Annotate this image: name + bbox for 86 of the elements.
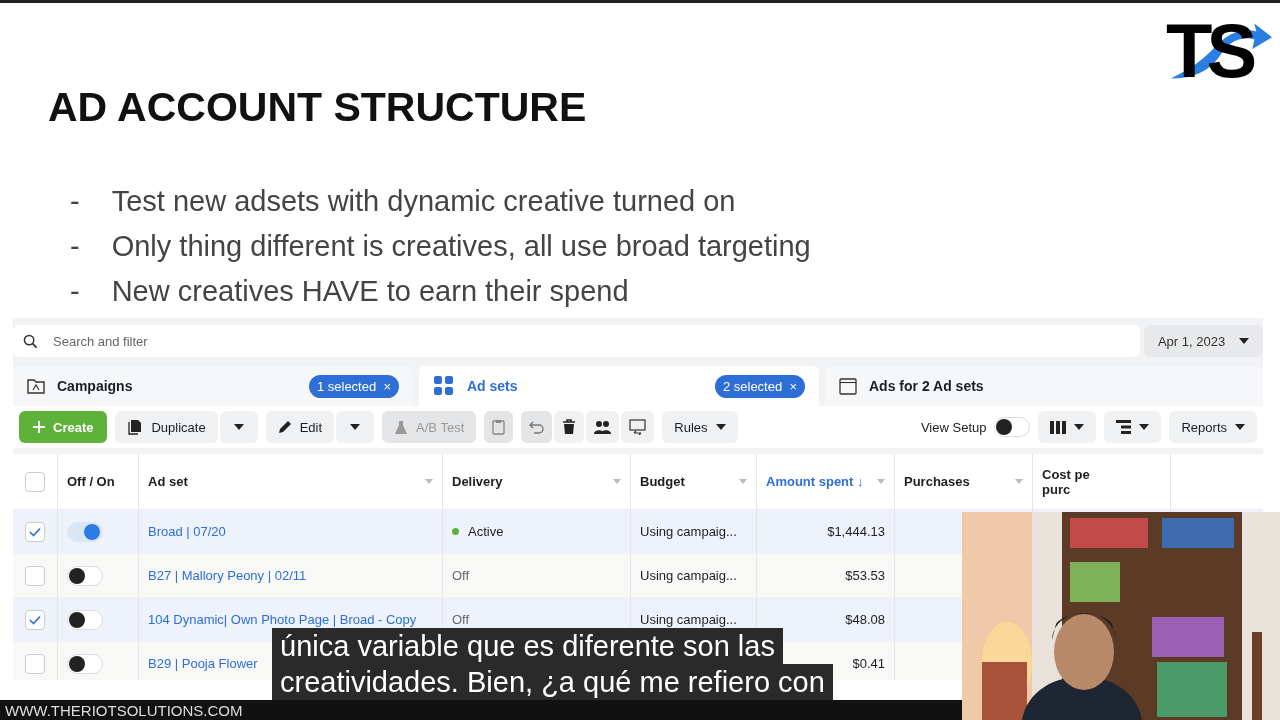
table-cell: $1,444.13 [827,524,885,539]
pencil-icon [277,420,292,434]
row-checkbox[interactable] [25,521,45,542]
swap-icon [629,419,647,435]
tab-label: Campaigns [57,378,133,394]
plus-icon [33,421,45,433]
bullet-marker: - [70,184,80,219]
column-header[interactable]: Purchases [904,474,970,489]
on-off-toggle[interactable] [67,653,103,674]
rules-button[interactable]: Rules [662,411,738,443]
tab-label: Ads for 2 Ad sets [869,378,984,394]
trash-icon [562,419,577,435]
ad-set-link[interactable]: Broad | 07/20 [148,524,226,539]
caret-icon [1235,424,1245,430]
ad-set-link[interactable]: 104 Dynamic| Own Photo Page | Broad - Copy [148,612,417,627]
breakdown-button[interactable] [1104,411,1162,443]
table-cell: Using campaig... [640,612,737,627]
selection-chip[interactable]: 1 selected × [308,374,399,398]
flask-icon [394,419,409,435]
delivery-status: Off [452,568,470,583]
bullet-marker: - [70,229,80,264]
selection-chip[interactable]: 2 selected × [714,374,805,398]
dropdown-button[interactable] [219,411,258,443]
delivery-status: Off [452,612,470,627]
column-header[interactable]: Off / On [67,474,115,489]
on-off-toggle[interactable] [67,565,103,586]
columns-icon [1050,420,1067,434]
row-checkbox[interactable] [25,653,45,674]
tab[interactable]: Ad sets 2 selected × [419,366,819,406]
on-off-toggle[interactable] [67,609,103,630]
column-header[interactable]: Ad set [148,474,188,489]
grid-icon [433,375,455,397]
copy-icon [127,419,144,435]
row-checkbox[interactable] [25,609,45,630]
delivery-status: Active [468,524,504,539]
ad-set-link[interactable]: B29 | Pooja Flower [148,656,258,671]
bullet-marker: - [70,274,80,309]
tab[interactable]: Ads for 2 Ad sets [825,366,1263,406]
tab[interactable]: Campaigns 1 selected × [13,366,413,406]
window-icon [839,377,857,395]
column-header[interactable]: Budget [640,474,685,489]
column-header[interactable]: Delivery [452,474,503,489]
bullet-text: Test new adsets with dynamic creative turned on [111,184,736,219]
undo-icon [529,420,545,434]
folder-icon [27,378,45,394]
caret-icon [233,424,244,430]
caret-icon [715,424,726,430]
caret-icon [1074,424,1085,430]
breakdown-icon [1116,420,1132,434]
table-cell: Using campaig... [640,568,737,583]
column-header[interactable]: Amount spent ↓ [766,474,864,489]
duplicate-button[interactable]: Duplicate [115,411,218,443]
dropdown-button[interactable] [336,411,375,443]
row-checkbox[interactable] [25,565,45,586]
reports-button[interactable]: Reports [1169,411,1257,443]
clipboard-icon [492,419,506,435]
bullet-text: Only thing different is creatives, all use broad targeting [111,229,811,264]
people-button[interactable] [586,411,620,443]
ad-set-link[interactable]: B27 | Mallory Peony | 02/11 [148,568,307,583]
edit-button[interactable]: Edit [265,411,335,443]
people-icon [594,420,612,434]
columns-button[interactable] [1038,411,1097,443]
check-icon [29,614,41,625]
table-cell: $48.08 [845,612,885,627]
table-cell: $53.53 [845,568,885,583]
search-field[interactable]: Search and filter [13,325,1140,357]
view-setup-toggle[interactable] [994,417,1031,437]
caret-icon [1139,424,1150,430]
caret-icon [1239,338,1250,344]
column-header[interactable]: Cost pe purc [1042,466,1102,497]
on-off-toggle[interactable] [67,521,103,542]
website-url: WWW.THERIOTSOLUTIONS.COM [5,702,243,719]
status-dot [452,528,459,535]
delete-button[interactable] [554,411,585,443]
table-cell: $0.41 [852,656,885,671]
select-all-checkbox[interactable] [25,471,45,492]
caret-icon [350,424,361,430]
table-cell: Using campaig... [640,524,737,539]
date-range-button[interactable]: Apr 1, 2023 [1144,325,1263,357]
swap-button[interactable] [621,411,655,443]
slide-title: AD ACCOUNT STRUCTURE [48,83,587,132]
tab-label: Ad sets [467,378,518,394]
check-icon [29,526,41,537]
view-setup-label: View Setup [920,419,987,435]
bullet-text: New creatives HAVE to earn their spend [111,274,629,309]
clipboard-button[interactable] [484,411,514,443]
